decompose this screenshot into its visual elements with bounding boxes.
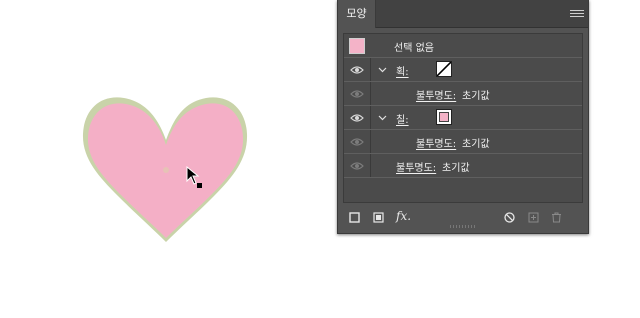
panel-resize-grip[interactable] — [450, 225, 476, 228]
heart-center-point — [163, 167, 169, 173]
fill-opacity-label[interactable]: 불투명도: — [416, 135, 456, 150]
appearance-row-fill[interactable]: 칠: — [344, 106, 582, 130]
stroke-opacity-label[interactable]: 불투명도: — [416, 87, 456, 102]
stroke-label[interactable]: 획: — [396, 63, 409, 78]
no-stroke-icon — [437, 62, 451, 76]
selection-thumbnail — [349, 38, 365, 54]
fill-label[interactable]: 칠: — [396, 111, 409, 126]
chevron-down-icon[interactable] — [378, 65, 387, 74]
artboard-canvas[interactable] — [0, 0, 336, 318]
panel-menu-icon[interactable] — [570, 8, 584, 20]
fill-swatch[interactable] — [436, 109, 452, 125]
add-new-stroke-icon[interactable] — [349, 212, 360, 223]
visibility-eye-dim-icon[interactable] — [350, 89, 364, 99]
panel-bottom-toolbar: fx. — [338, 204, 588, 230]
visibility-eye-dim-icon[interactable] — [350, 161, 364, 171]
appearance-row-stroke-opacity[interactable]: 불투명도: 초기값 — [344, 82, 582, 106]
stroke-swatch[interactable] — [436, 61, 452, 77]
object-opacity-label[interactable]: 불투명도: — [396, 159, 436, 174]
visibility-eye-icon[interactable] — [350, 65, 364, 75]
appearance-list: 선택 없음 획: 불투명도: 초기값 칠: 불투명도: 초기값 불투명도: 초기… — [343, 33, 583, 203]
fill-opacity-value: 초기값 — [462, 139, 490, 150]
no-selection-label: 선택 없음 — [394, 43, 434, 54]
stroke-opacity-value: 초기값 — [462, 91, 490, 102]
tab-appearance[interactable]: 모양 — [338, 0, 376, 28]
add-new-fill-icon[interactable] — [373, 212, 384, 223]
object-opacity-value: 초기값 — [442, 163, 470, 174]
chevron-down-icon[interactable] — [378, 113, 387, 122]
add-effect-button[interactable]: fx. — [396, 209, 411, 223]
arrow-cursor-icon — [186, 166, 202, 188]
appearance-row-fill-opacity[interactable]: 불투명도: 초기값 — [344, 130, 582, 154]
visibility-eye-dim-icon[interactable] — [350, 137, 364, 147]
delete-item-icon[interactable] — [551, 212, 562, 223]
clear-appearance-icon[interactable] — [504, 212, 515, 223]
visibility-eye-icon[interactable] — [350, 113, 364, 123]
panel-header: 모양 — [338, 0, 588, 28]
duplicate-item-icon[interactable] — [528, 212, 539, 223]
appearance-row-stroke[interactable]: 획: — [344, 58, 582, 82]
appearance-row-object-opacity[interactable]: 불투명도: 초기값 — [344, 154, 582, 178]
heart-shape[interactable] — [80, 90, 252, 246]
appearance-panel: 모양 선택 없음 획: 불투명도: 초기값 칠: 불투명도: 초기값 불투명도:… — [337, 0, 589, 234]
appearance-row-no-selection[interactable]: 선택 없음 — [344, 34, 582, 58]
